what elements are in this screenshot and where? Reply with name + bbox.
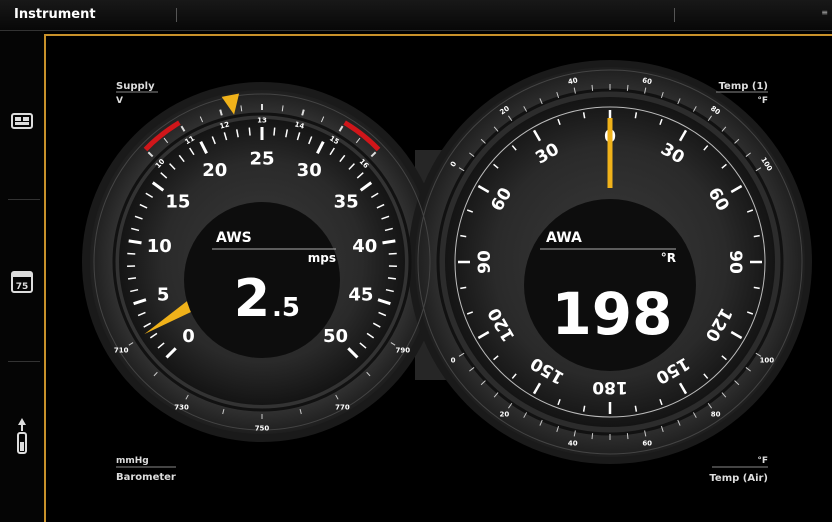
aws-scale-label: 5 bbox=[157, 285, 170, 306]
aws-scale-tick bbox=[382, 239, 396, 245]
aws-scale-label: 35 bbox=[334, 191, 359, 212]
awa-scale-tick bbox=[582, 112, 586, 119]
awa-scale-label-left: 90 bbox=[475, 250, 495, 274]
awa-needle bbox=[607, 118, 613, 188]
temp-air-tick-label: 60 bbox=[642, 440, 652, 448]
temp-air-tick-label: 40 bbox=[568, 440, 578, 448]
temp-air-tick-label: 0 bbox=[451, 357, 456, 365]
aws-value-decimal: .5 bbox=[272, 293, 300, 323]
awa-scale-tick bbox=[634, 112, 638, 119]
awa-unit: °R bbox=[661, 251, 676, 265]
temp-air-unit: °F bbox=[757, 456, 768, 466]
temp1-tick bbox=[626, 84, 629, 91]
awa-scale-tick bbox=[460, 234, 467, 238]
temp1-title: Temp (1) bbox=[719, 81, 768, 92]
aws-scale-label: 50 bbox=[323, 326, 348, 347]
aws-scale-label: 25 bbox=[249, 148, 274, 169]
aws-scale-label: 0 bbox=[182, 326, 195, 347]
supply-unit: V bbox=[116, 96, 123, 106]
aws-scale-tick bbox=[248, 127, 251, 136]
aws-scale-label: 40 bbox=[352, 236, 377, 257]
temp-air-title: Temp (Air) bbox=[709, 473, 768, 484]
awa-scale-tick bbox=[634, 405, 638, 412]
temp-air-tick-label: 100 bbox=[760, 357, 775, 365]
barometer-title: Barometer bbox=[116, 472, 176, 483]
awa-scale-label-bottom: 180 bbox=[592, 377, 628, 397]
temp1-unit: °F bbox=[757, 96, 768, 106]
temp-air-tick-label: 20 bbox=[500, 410, 510, 418]
temp1-tick bbox=[591, 84, 594, 91]
barometer-tick-label: 710 bbox=[114, 346, 129, 354]
aws-scale-label: 30 bbox=[297, 160, 322, 181]
aws-scale-tick bbox=[127, 252, 136, 255]
aws-scale-label: 15 bbox=[165, 191, 190, 212]
supply-tick-label: 13 bbox=[257, 117, 267, 125]
barometer-tick-label: 790 bbox=[395, 346, 410, 354]
awa-scale-label-right: 90 bbox=[725, 250, 745, 274]
temp-air-tick bbox=[626, 433, 629, 440]
awa-label: AWA bbox=[546, 230, 582, 246]
aws-value: 2 bbox=[234, 269, 270, 329]
temp-air-tick bbox=[591, 433, 594, 440]
awa-value: 198 bbox=[551, 280, 672, 348]
awa-scale-tick bbox=[460, 286, 467, 290]
barometer-tick-label: 770 bbox=[335, 404, 350, 412]
barometer-tick-label: 730 bbox=[174, 404, 189, 412]
awa-scale-tick bbox=[753, 286, 760, 290]
aws-scale-tick bbox=[388, 252, 397, 255]
aws-scale-tick bbox=[273, 127, 276, 136]
aws-scale-label: 10 bbox=[147, 236, 172, 257]
supply-title: Supply bbox=[116, 81, 155, 92]
aws-unit: mps bbox=[308, 251, 336, 265]
aws-scale-tick bbox=[387, 277, 397, 280]
aws-scale-label: 45 bbox=[348, 285, 373, 306]
gauge-panel: 05101520253035404550101112 13 141516710730… bbox=[82, 60, 812, 484]
temp-air-tick-label: 80 bbox=[711, 410, 721, 418]
aws-scale-tick bbox=[127, 277, 137, 280]
aws-label: AWS bbox=[216, 230, 252, 246]
awa-scale-tick bbox=[753, 234, 760, 238]
barometer-tick-label: 750 bbox=[255, 425, 270, 433]
barometer-unit: mmHg bbox=[116, 456, 149, 466]
aws-scale-tick bbox=[128, 239, 142, 245]
awa-scale-tick bbox=[582, 405, 586, 412]
aws-scale-label: 20 bbox=[202, 160, 227, 181]
